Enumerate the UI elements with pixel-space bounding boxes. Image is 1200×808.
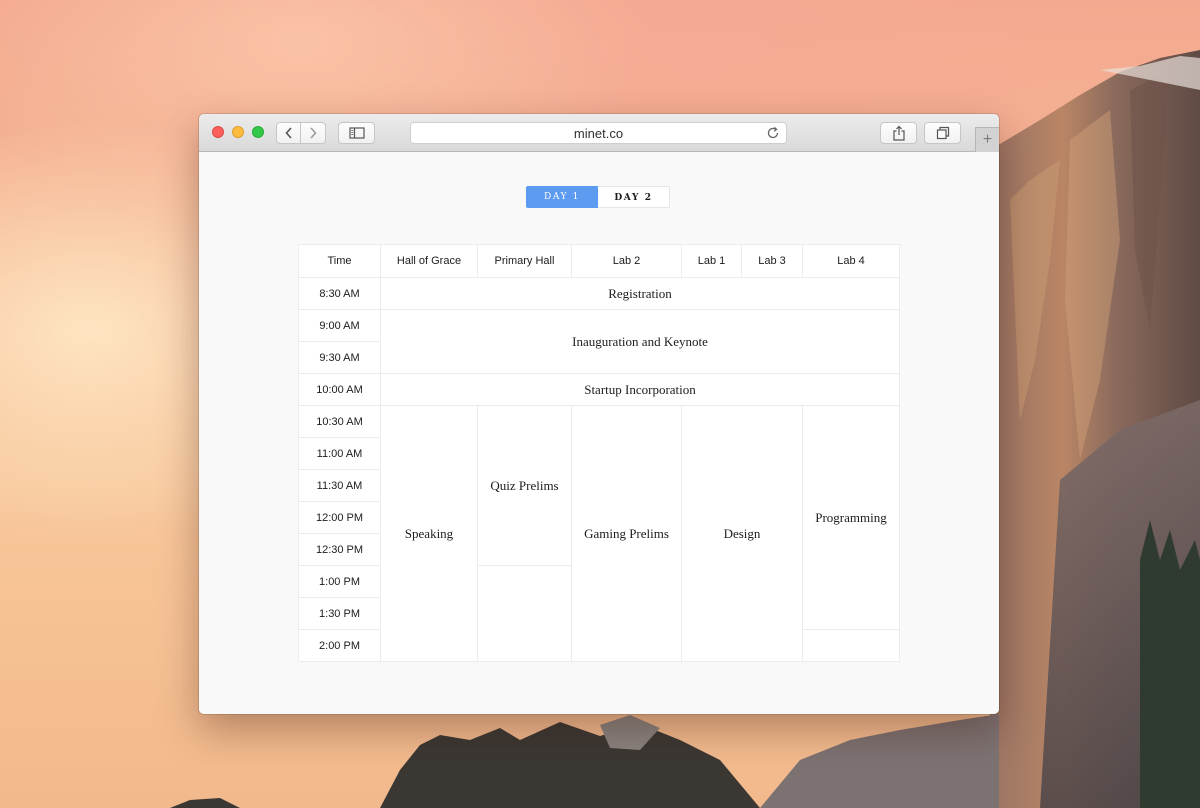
time-slot: 9:30 AM <box>298 341 381 374</box>
minimize-window-button[interactable] <box>232 126 244 138</box>
table-header-row: Time Hall of Grace Primary Hall Lab 2 La… <box>298 244 900 278</box>
tabs-icon <box>936 126 949 140</box>
maximize-window-button[interactable] <box>252 126 264 138</box>
page-content: DAY 1 DAY 2 Time Hall of Grace Primary H… <box>199 152 999 714</box>
back-icon <box>284 127 292 139</box>
column-header-lab-1: Lab 1 <box>681 244 742 278</box>
browser-window: minet.co + DAY 1 DAY 2 Time Hall of Grac… <box>199 114 999 714</box>
event-startup-incorporation[interactable]: Startup Incorporation <box>380 373 900 406</box>
column-header-lab-4: Lab 4 <box>802 244 900 278</box>
table-row: 8:30 AM Registration <box>298 277 900 310</box>
time-slot: 10:00 AM <box>298 373 381 406</box>
time-slot: 12:30 PM <box>298 533 381 566</box>
empty-slot <box>802 629 900 662</box>
time-slot: 2:00 PM <box>298 629 381 662</box>
show-tabs-button[interactable] <box>924 122 961 144</box>
column-header-primary-hall: Primary Hall <box>477 244 572 278</box>
close-window-button[interactable] <box>212 126 224 138</box>
time-slot: 1:00 PM <box>298 565 381 598</box>
event-inauguration-keynote[interactable]: Inauguration and Keynote <box>380 309 900 374</box>
time-slot: 10:30 AM <box>298 405 381 438</box>
table-row: 10:30 AM Speaking Quiz Prelims Gaming Pr… <box>298 405 900 662</box>
tab-day-2[interactable]: DAY 2 <box>598 186 670 208</box>
address-bar[interactable]: minet.co <box>410 122 787 144</box>
new-tab-button[interactable]: + <box>975 127 999 152</box>
event-design[interactable]: Design <box>681 405 803 662</box>
column-header-lab-2: Lab 2 <box>571 244 682 278</box>
event-quiz-prelims[interactable]: Quiz Prelims <box>477 405 572 566</box>
column-header-hall-of-grace: Hall of Grace <box>380 244 478 278</box>
event-gaming-prelims[interactable]: Gaming Prelims <box>571 405 682 662</box>
share-button[interactable] <box>880 122 917 144</box>
plus-icon: + <box>982 131 993 148</box>
back-button[interactable] <box>276 122 301 144</box>
column-header-time: Time <box>298 244 381 278</box>
time-slot: 12:00 PM <box>298 501 381 534</box>
event-speaking[interactable]: Speaking <box>380 405 478 662</box>
time-slot: 1:30 PM <box>298 597 381 630</box>
column-header-lab-3: Lab 3 <box>741 244 803 278</box>
url-text: minet.co <box>573 126 624 141</box>
forward-icon <box>310 127 317 139</box>
reload-icon[interactable] <box>766 126 780 140</box>
time-slot: 8:30 AM <box>298 277 381 310</box>
time-slot: 9:00 AM <box>298 309 381 342</box>
share-icon <box>892 125 905 141</box>
sidebar-icon <box>348 127 365 139</box>
forward-button[interactable] <box>301 122 326 144</box>
browser-toolbar: minet.co + <box>199 114 999 152</box>
empty-slot <box>477 565 572 662</box>
time-slot: 11:30 AM <box>298 469 381 502</box>
event-registration[interactable]: Registration <box>380 277 900 310</box>
table-row: 9:00 AM Inauguration and Keynote <box>298 309 900 374</box>
event-programming[interactable]: Programming <box>802 405 900 630</box>
day-toggle: DAY 1 DAY 2 <box>526 186 670 208</box>
time-slot: 11:00 AM <box>298 437 381 470</box>
tab-day-1[interactable]: DAY 1 <box>526 186 598 208</box>
table-row: 10:00 AM Startup Incorporation <box>298 373 900 406</box>
navigation-buttons <box>276 122 326 144</box>
sidebar-button[interactable] <box>338 122 375 144</box>
schedule-table: Time Hall of Grace Primary Hall Lab 2 La… <box>298 244 900 662</box>
